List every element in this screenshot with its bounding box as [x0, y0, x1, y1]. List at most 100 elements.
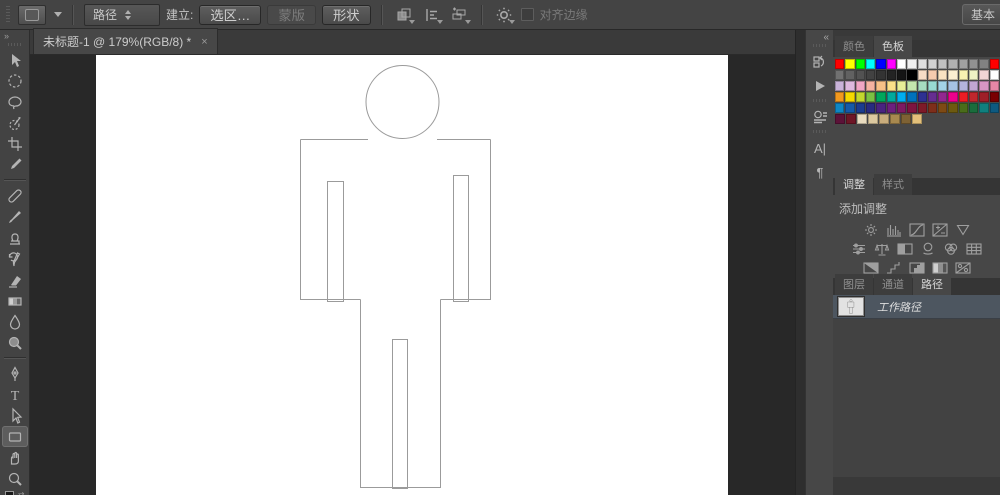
tool-history-brush[interactable]	[2, 248, 28, 269]
color-swatch[interactable]	[927, 59, 938, 69]
color-swatch[interactable]	[876, 81, 886, 91]
color-swatch[interactable]	[890, 114, 900, 124]
adjustment-posterize-icon[interactable]	[885, 260, 903, 275]
tool-brush[interactable]	[2, 206, 28, 227]
tool-blur[interactable]	[2, 311, 28, 332]
tool-shape[interactable]	[1, 426, 28, 447]
color-swatch[interactable]	[845, 81, 855, 91]
color-swatch[interactable]	[845, 103, 855, 113]
tool-lasso[interactable]	[2, 91, 28, 112]
geometry-options-button[interactable]	[493, 5, 515, 25]
color-swatch[interactable]	[876, 92, 886, 102]
adjustment-threshold-icon[interactable]	[908, 260, 926, 275]
color-swatch[interactable]	[901, 114, 911, 124]
color-swatch[interactable]	[876, 70, 886, 80]
dock-grip[interactable]	[812, 99, 827, 102]
color-swatch[interactable]	[917, 59, 927, 69]
dock-grip[interactable]	[812, 130, 827, 133]
dock-collapse-icon[interactable]: «	[806, 30, 833, 43]
tab-styles[interactable]: 样式	[874, 174, 912, 195]
tool-preset-button[interactable]	[18, 4, 46, 25]
color-swatch[interactable]	[886, 81, 896, 91]
color-swatch[interactable]	[896, 59, 907, 69]
color-swatch[interactable]	[907, 103, 917, 113]
color-swatch[interactable]	[855, 92, 865, 102]
color-swatch[interactable]	[846, 114, 856, 124]
adjustment-color-balance-icon[interactable]	[873, 241, 891, 256]
color-swatch[interactable]	[979, 59, 989, 69]
color-swatch[interactable]	[927, 92, 938, 102]
tool-path-selection[interactable]	[2, 405, 28, 426]
color-swatch[interactable]	[989, 70, 999, 80]
adjustment-selective-color-icon[interactable]	[954, 260, 972, 275]
color-swatch[interactable]	[938, 103, 948, 113]
tab-close-icon[interactable]: ×	[201, 36, 207, 48]
dock-icon-character[interactable]: A|	[806, 136, 834, 160]
color-swatch[interactable]	[917, 92, 927, 102]
color-swatch[interactable]	[835, 92, 845, 102]
work-path-row[interactable]: 工作路径	[833, 295, 1000, 319]
adjustment-curves-icon[interactable]	[908, 222, 926, 237]
color-swatch[interactable]	[948, 81, 958, 91]
color-swatch[interactable]	[855, 81, 865, 91]
adjustment-black-white-icon[interactable]	[896, 241, 914, 256]
adjustment-hue-saturation-icon[interactable]	[850, 241, 868, 256]
color-swatch[interactable]	[907, 59, 917, 69]
color-swatch[interactable]	[845, 92, 855, 102]
color-swatch[interactable]	[835, 81, 845, 91]
color-swatch[interactable]	[989, 103, 999, 113]
document-canvas[interactable]	[96, 55, 728, 495]
color-swatch[interactable]	[917, 81, 927, 91]
tool-preset-dropdown-icon[interactable]	[54, 12, 62, 17]
dock-icon-actions[interactable]	[806, 74, 834, 98]
tool-dodge[interactable]	[2, 332, 28, 353]
color-swatch[interactable]	[958, 70, 969, 80]
dock-icon-paragraph[interactable]: ¶	[806, 160, 834, 184]
color-swatch[interactable]	[907, 81, 917, 91]
tool-zoom[interactable]	[2, 468, 28, 489]
tool-eyedropper[interactable]	[2, 154, 28, 175]
make-selection-button[interactable]: 选区…	[199, 4, 262, 25]
color-swatch[interactable]	[948, 70, 958, 80]
color-swatch[interactable]	[948, 92, 958, 102]
color-swatch[interactable]	[835, 59, 845, 69]
color-swatch[interactable]	[855, 103, 865, 113]
color-swatch[interactable]	[917, 103, 927, 113]
color-swatch[interactable]	[979, 103, 989, 113]
adjustment-color-lookup-icon[interactable]	[965, 241, 983, 256]
workspace-switcher-button[interactable]: 基本	[961, 4, 1000, 25]
color-swatch[interactable]	[927, 81, 938, 91]
color-swatch[interactable]	[907, 70, 917, 80]
color-swatch[interactable]	[876, 59, 886, 69]
color-swatch[interactable]	[845, 70, 855, 80]
color-swatch[interactable]	[948, 103, 958, 113]
color-swatch[interactable]	[876, 103, 886, 113]
tool-marquee[interactable]	[2, 70, 28, 91]
color-swatch[interactable]	[865, 59, 876, 69]
color-swatch[interactable]	[886, 70, 896, 80]
adjustment-photo-filter-icon[interactable]	[919, 241, 937, 256]
swap-colors-icon[interactable]: ⇄	[18, 491, 25, 495]
path-arrangement-button[interactable]	[449, 5, 471, 25]
color-swatch[interactable]	[989, 81, 999, 91]
color-swatch[interactable]	[886, 103, 896, 113]
color-swatch[interactable]	[927, 70, 938, 80]
color-swatch[interactable]	[969, 70, 979, 80]
color-swatch[interactable]	[938, 70, 948, 80]
make-shape-button[interactable]: 形状	[321, 4, 371, 25]
document-tab[interactable]: 未标题-1 @ 179%(RGB/8) * ×	[33, 28, 218, 54]
color-swatch[interactable]	[907, 92, 917, 102]
tool-gradient[interactable]	[2, 290, 28, 311]
color-swatch[interactable]	[948, 59, 958, 69]
color-swatch[interactable]	[835, 70, 845, 80]
adjustment-levels-icon[interactable]	[885, 222, 903, 237]
color-swatch[interactable]	[958, 59, 969, 69]
color-swatch[interactable]	[879, 114, 889, 124]
tools-panel-grip[interactable]	[7, 43, 22, 46]
tool-mode-select[interactable]: 路径	[84, 3, 160, 26]
tool-healing-brush[interactable]	[2, 185, 28, 206]
tool-type[interactable]: T	[2, 384, 28, 405]
color-swatch[interactable]	[865, 81, 876, 91]
color-swatch[interactable]	[938, 59, 948, 69]
color-swatch[interactable]	[896, 81, 907, 91]
